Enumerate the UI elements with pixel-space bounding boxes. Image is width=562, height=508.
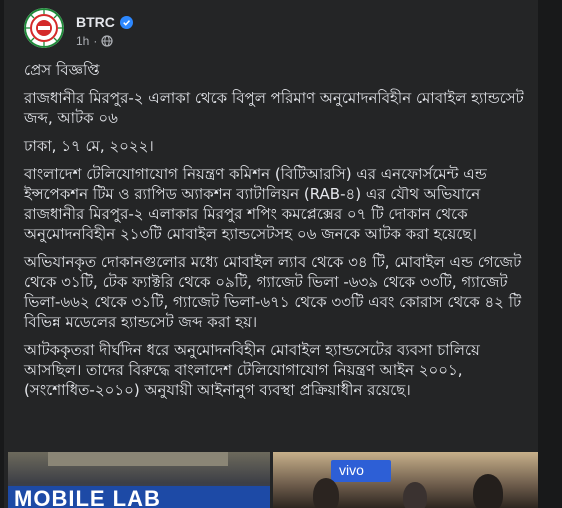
post-paragraph-heading: প্রেস বিজ্ঞপ্তি (24, 61, 100, 79)
btrc-logo-icon (24, 8, 64, 48)
post-meta: 1h · (76, 34, 113, 48)
vivo-sign-text: vivo (339, 462, 364, 478)
photo-person (473, 474, 503, 508)
post-photo-right[interactable]: vivo (273, 452, 538, 508)
meta-separator: · (93, 34, 98, 48)
post-paragraph-body-2: অভিযানকৃত দোকানগুলোর মধ্যে মোবাইল ল্যাব … (24, 253, 522, 331)
post-card: BTRC 1h · প্রেস বিজ্ঞপ্তি রাজধানীর মিরপু… (4, 0, 538, 508)
post-photos: MOBILE LAB vivo (8, 452, 538, 508)
post-timestamp[interactable]: 1h (76, 34, 89, 48)
photo-person (403, 482, 427, 508)
shop-sign-text: MOBILE LAB (14, 486, 161, 508)
page-avatar[interactable] (24, 8, 64, 48)
post-paragraph-body-1: বাংলাদেশ টেলিযোগাযোগ নিয়ন্ত্রণ কমিশন (ব… (24, 165, 487, 243)
page-name[interactable]: BTRC (76, 14, 115, 30)
photo-ceiling (48, 452, 228, 466)
post-paragraph-body-3: আটককৃতরা দীর্ঘদিন ধরে অনুমোদনবিহীন মোবাই… (24, 341, 480, 399)
post-header: BTRC 1h · (24, 8, 504, 54)
post-photo-left[interactable]: MOBILE LAB (8, 452, 270, 508)
globe-icon[interactable] (101, 35, 113, 47)
photo-person (313, 478, 339, 508)
post-paragraph-headline: রাজধানীর মিরপুর-২ এলাকা থেকে বিপুল পরিমা… (24, 89, 524, 127)
post-paragraph-dateline: ঢাকা, ১৭ মে, ২০২২। (24, 137, 154, 155)
verified-badge-icon (119, 15, 133, 29)
post-text: প্রেস বিজ্ঞপ্তি রাজধানীর মিরপুর-২ এলাকা … (24, 60, 524, 408)
